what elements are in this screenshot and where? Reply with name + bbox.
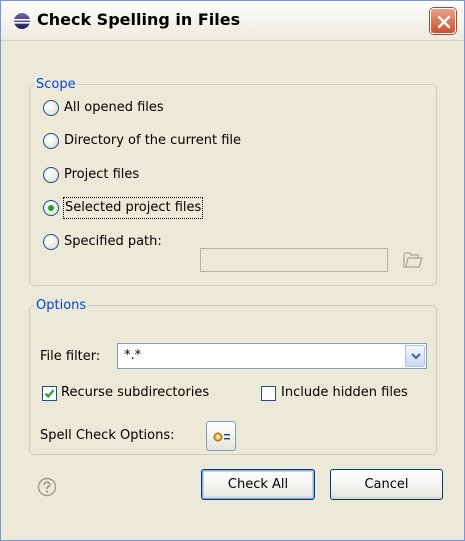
scope-group: Scope All opened files Directory of the … — [29, 77, 437, 286]
radio-button[interactable] — [43, 133, 59, 149]
options-group: Options File filter: *.* Recurse subdire… — [29, 298, 437, 455]
file-filter-combo[interactable]: *.* — [117, 343, 427, 369]
eclipse-icon — [13, 12, 31, 30]
radio-button-selected[interactable] — [43, 200, 59, 216]
settings-icon — [213, 432, 230, 442]
radio-button[interactable] — [43, 167, 59, 183]
radio-label: Specified path: — [64, 234, 162, 249]
include-hidden-files-label: Include hidden files — [281, 385, 408, 400]
recurse-subdirectories-checkbox[interactable] — [42, 386, 57, 401]
close-icon — [437, 15, 451, 29]
radio-label: Project files — [64, 167, 140, 182]
radio-button[interactable] — [43, 234, 59, 250]
chevron-down-icon — [411, 353, 421, 360]
file-filter-label: File filter: — [40, 349, 101, 364]
checkmark-icon — [44, 389, 55, 399]
title-bar: Check Spelling in Files — [1, 1, 464, 41]
recurse-subdirectories-label: Recurse subdirectories — [61, 385, 210, 400]
options-legend: Options — [36, 298, 87, 313]
folder-icon[interactable] — [402, 250, 424, 270]
include-hidden-files-checkbox[interactable] — [261, 386, 276, 401]
check-all-button[interactable]: Check All — [201, 469, 315, 500]
dropdown-button[interactable] — [405, 345, 425, 367]
radio-button[interactable] — [43, 100, 59, 116]
radio-label: Selected project files — [62, 197, 204, 219]
scope-legend: Scope — [36, 77, 76, 92]
close-button[interactable] — [430, 8, 456, 34]
radio-label: All opened files — [64, 100, 164, 115]
specified-path-input[interactable] — [200, 248, 388, 272]
radio-label: Directory of the current file — [64, 133, 242, 148]
cancel-button[interactable]: Cancel — [330, 469, 443, 500]
help-icon[interactable] — [37, 477, 57, 497]
check-spelling-dialog: Check Spelling in Files Scope All opened… — [0, 0, 465, 541]
dialog-title: Check Spelling in Files — [37, 10, 241, 29]
file-filter-value: *.* — [124, 348, 142, 363]
spell-check-options-label: Spell Check Options: — [40, 428, 175, 443]
spell-check-options-button[interactable] — [206, 421, 236, 451]
